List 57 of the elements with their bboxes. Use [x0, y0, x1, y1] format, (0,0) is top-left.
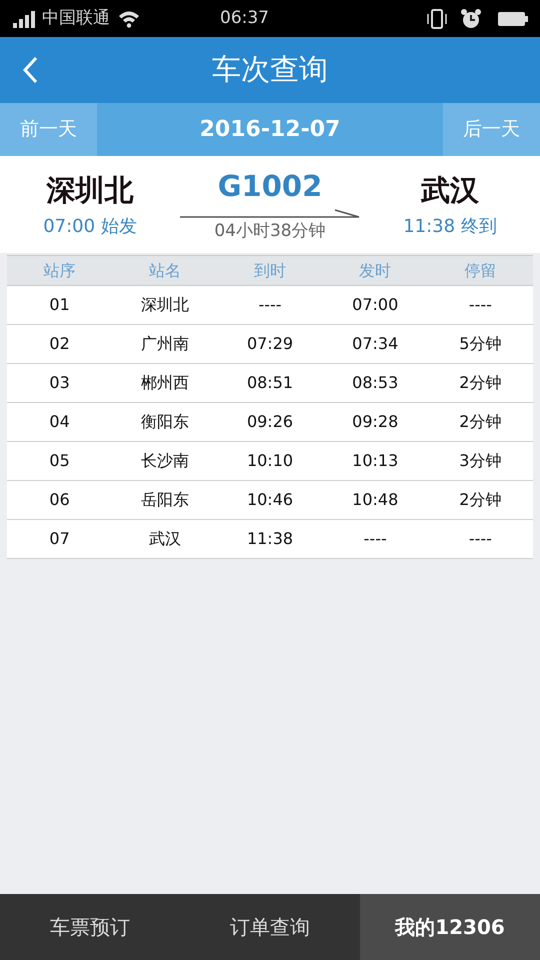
- vibrate-icon: [426, 8, 448, 30]
- arrival-station: 武汉: [421, 172, 479, 210]
- page-title: 车次查询: [212, 51, 328, 88]
- arrival-time: 11:38 终到: [403, 214, 497, 239]
- train-number: G1002: [218, 168, 322, 205]
- table-cell-text: 深圳北: [140, 294, 190, 316]
- table-cell-text: 08:53: [351, 372, 400, 394]
- wifi-icon: [118, 10, 140, 28]
- carrier-name: 中国联通: [42, 6, 110, 30]
- table-cell-text: 5分钟: [458, 333, 502, 355]
- table-cell-text: 06: [48, 489, 71, 511]
- table-cell-text: ----: [362, 528, 388, 550]
- table-cell-text: 2分钟: [458, 411, 502, 433]
- alarm-icon: [460, 8, 482, 30]
- table-cell-text: ----: [257, 294, 283, 316]
- column-header: 站名: [148, 260, 182, 282]
- table-cell-text: 07:34: [351, 333, 400, 355]
- travel-duration: 04小时38分钟: [214, 220, 326, 242]
- table-cell-text: 10:13: [351, 450, 400, 472]
- tab[interactable]: 我的12306: [360, 894, 540, 960]
- table-cell-text: 2分钟: [458, 372, 502, 394]
- table-cell-text: 02: [48, 333, 71, 355]
- table-cell-text: ----: [468, 528, 493, 550]
- table-cell-text: 武汉: [148, 528, 182, 550]
- table-cell-text: 07:00: [351, 294, 400, 316]
- table-cell-text: 09:28: [351, 411, 400, 433]
- table-cell-text: 长沙南: [140, 450, 190, 472]
- table-cell-text: 10:46: [246, 489, 294, 511]
- departure-time: 07:00 始发: [43, 214, 137, 239]
- battery-icon: [498, 10, 528, 26]
- column-header: 发时: [358, 260, 392, 282]
- table-cell-text: 岳阳东: [140, 489, 190, 511]
- table-cell-text: 3分钟: [458, 450, 502, 472]
- table-cell-text: 衡阳东: [140, 411, 190, 433]
- table-cell-text: 10:10: [246, 450, 294, 472]
- table-cell-text: 01: [48, 294, 71, 316]
- table-cell-text: 03: [48, 372, 71, 394]
- table-cell-text: ----: [468, 294, 493, 316]
- table-cell-text: 04: [48, 411, 71, 433]
- table-cell-text: 07:29: [246, 333, 294, 355]
- table-cell-text: 05: [48, 450, 71, 472]
- table-cell-text: 07: [48, 528, 71, 550]
- table-cell-text: 2分钟: [458, 489, 502, 511]
- table-cell-text: 郴州西: [140, 372, 190, 394]
- date-label: 2016-12-07: [200, 116, 340, 144]
- clock-time: 06:37: [220, 6, 269, 30]
- table-cell-text: 10:48: [351, 489, 400, 511]
- table-cell-text: 广州南: [140, 333, 190, 355]
- column-header: 到时: [252, 260, 287, 282]
- column-header: 停留: [463, 260, 498, 282]
- table-cell-text: 11:38: [246, 528, 294, 550]
- back-icon: [22, 56, 38, 84]
- table-cell-text: 09:26: [246, 411, 294, 433]
- departure-station: 深圳北: [46, 172, 134, 210]
- column-header: 站序: [42, 260, 77, 282]
- signal-icon: [12, 10, 38, 28]
- table-cell-text: 08:51: [246, 372, 294, 394]
